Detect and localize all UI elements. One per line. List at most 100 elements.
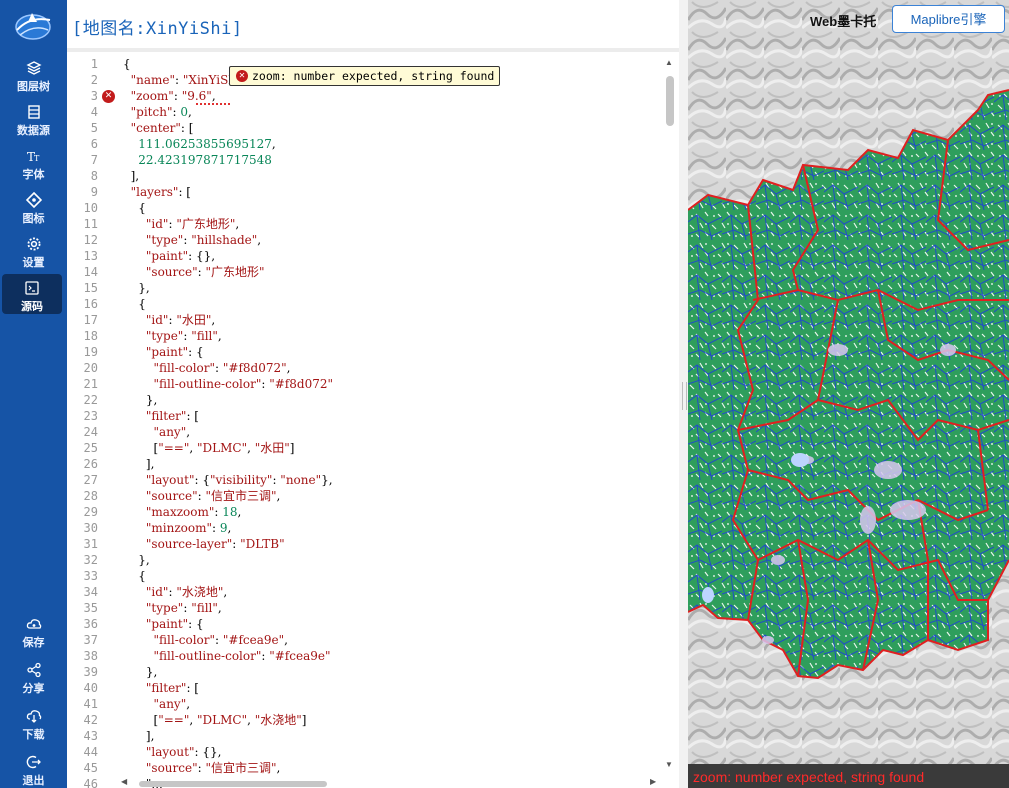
- map-name-title: [地图名:XinYiShi]: [72, 19, 243, 39]
- code-line[interactable]: },: [123, 392, 157, 408]
- nav-item-layers[interactable]: 图层树: [0, 54, 67, 94]
- code-line[interactable]: "source": "广东地形": [123, 264, 265, 280]
- splitter-grip-icon[interactable]: [682, 382, 687, 410]
- code-line[interactable]: },: [123, 280, 149, 296]
- nav-label: 保存: [22, 637, 45, 649]
- nav-item-cloud-save[interactable]: 保存: [0, 610, 67, 650]
- line-number: 34: [83, 585, 98, 599]
- error-tooltip: ✕ zoom: number expected, string found: [229, 66, 501, 86]
- app-logo-icon: [15, 13, 51, 40]
- line-number: 2: [90, 73, 98, 87]
- code-line[interactable]: ["==", "DLMC", "水浇地"]: [123, 712, 307, 728]
- scroll-up-icon[interactable]: ▲: [665, 58, 673, 67]
- pane-splitter[interactable]: [679, 0, 688, 788]
- nav-item-database[interactable]: 数据源: [0, 98, 67, 138]
- code-line[interactable]: "type": "hillshade",: [123, 232, 261, 248]
- code-line[interactable]: "id": "水田",: [123, 312, 215, 328]
- nav-item-font[interactable]: T T 字体: [0, 142, 67, 182]
- nav-item-logout[interactable]: 退出: [0, 748, 67, 788]
- code-line[interactable]: ["==", "DLMC", "水田"]: [123, 440, 295, 456]
- nav-label: 下载: [22, 729, 45, 741]
- line-number: 33: [83, 569, 98, 583]
- code-line[interactable]: "fill-color": "#f8d072",: [123, 360, 291, 376]
- line-number: 8: [90, 169, 98, 183]
- code-line[interactable]: "any",: [123, 696, 191, 712]
- code-line[interactable]: ],: [123, 728, 155, 744]
- code-content[interactable]: { "name": "XinYiShi", "zoom": "9.6", "pi…: [123, 52, 663, 788]
- code-line[interactable]: "any",: [123, 424, 191, 440]
- line-number: 24: [83, 425, 98, 439]
- scroll-left-icon[interactable]: ◀: [121, 777, 127, 786]
- code-line[interactable]: "paint": {: [123, 344, 204, 360]
- code-line[interactable]: "center": [: [123, 120, 194, 136]
- nav-label: 分享: [22, 683, 45, 695]
- code-line[interactable]: "layers": [: [123, 184, 191, 200]
- code-line[interactable]: 111.06253855695127,: [123, 136, 275, 152]
- vertical-scrollbar[interactable]: ▲ ▼: [663, 56, 677, 776]
- line-number: 7: [90, 153, 98, 167]
- nav-item-diamond[interactable]: 图标: [0, 186, 67, 226]
- code-line[interactable]: },: [123, 552, 149, 568]
- line-number: 46: [83, 777, 98, 788]
- svg-text:T: T: [34, 154, 40, 163]
- line-number: 29: [83, 505, 98, 519]
- nav-item-cloud-download[interactable]: 下载: [0, 702, 67, 742]
- code-line[interactable]: ],: [123, 456, 155, 472]
- code-line[interactable]: "filter": [: [123, 408, 199, 424]
- nav-item-terminal[interactable]: 源码: [2, 274, 62, 314]
- vertical-scroll-thumb[interactable]: [666, 76, 674, 126]
- code-line[interactable]: "filter": [: [123, 680, 199, 696]
- line-number: 18: [83, 329, 98, 343]
- sidebar: 图层树 数据源 T T 字体 图标 设置 源码 保存 分享 下载 退出: [0, 0, 67, 788]
- code-line[interactable]: "paint": {: [123, 616, 204, 632]
- code-line[interactable]: "fill-outline-color": "#fcea9e": [123, 648, 331, 664]
- code-line[interactable]: {: [123, 296, 146, 312]
- scroll-down-icon[interactable]: ▼: [665, 760, 673, 769]
- code-line[interactable]: "id": "广东地形",: [123, 216, 239, 232]
- line-number: 11: [83, 217, 98, 231]
- code-line[interactable]: "id": "水浇地",: [123, 584, 227, 600]
- horizontal-scrollbar[interactable]: ◀ ▶: [117, 777, 662, 788]
- code-line[interactable]: {: [123, 56, 131, 72]
- nav-item-gear[interactable]: 设置: [0, 230, 67, 270]
- nav-item-share[interactable]: 分享: [0, 656, 67, 696]
- map-view[interactable]: [688, 0, 1009, 788]
- line-number: 15: [83, 281, 98, 295]
- code-line[interactable]: 22.423197871717548: [123, 152, 272, 168]
- code-editor[interactable]: 1 2 3 4 5 6 7 8 9 10 11 12 13 14 15 16 17 18 19 20 21 22 23 24 2…: [67, 52, 679, 788]
- line-number: 9: [90, 185, 98, 199]
- error-marker-icon[interactable]: ✕: [102, 90, 115, 103]
- error-icon: ✕: [236, 70, 248, 82]
- code-line[interactable]: {: [123, 568, 146, 584]
- line-number: 38: [83, 649, 98, 663]
- line-number: 12: [83, 233, 98, 247]
- horizontal-scroll-thumb[interactable]: [139, 781, 327, 787]
- code-line[interactable]: "paint": {},: [123, 248, 215, 264]
- code-line[interactable]: "source-layer": "DLTB": [123, 536, 285, 552]
- map-engine-button[interactable]: Maplibre引擎: [892, 5, 1005, 33]
- line-number: 6: [90, 137, 98, 151]
- code-line[interactable]: "layout": {},: [123, 744, 222, 760]
- line-number: 32: [83, 553, 98, 567]
- code-line[interactable]: "fill-outline-color": "#f8d072": [123, 376, 333, 392]
- code-line[interactable]: "type": "fill",: [123, 600, 222, 616]
- code-line[interactable]: "source": "信宜市三调",: [123, 488, 280, 504]
- code-line[interactable]: "fill-color": "#fcea9e",: [123, 632, 288, 648]
- line-number: 41: [83, 697, 98, 711]
- nav-label: 字体: [22, 169, 45, 181]
- code-line[interactable]: "layout": {"visibility": "none"},: [123, 472, 333, 488]
- logout-icon: [26, 755, 41, 769]
- code-line[interactable]: ],: [123, 168, 140, 184]
- code-line[interactable]: "maxzoom": 18,: [123, 504, 241, 520]
- line-number: 25: [83, 441, 98, 455]
- scroll-right-icon[interactable]: ▶: [650, 777, 656, 786]
- code-line[interactable]: {: [123, 200, 146, 216]
- code-line[interactable]: "minzoom": 9,: [123, 520, 231, 536]
- code-line[interactable]: },: [123, 664, 157, 680]
- gear-icon: [27, 237, 40, 251]
- code-line[interactable]: "pitch": 0,: [123, 104, 192, 120]
- map-canvas[interactable]: [688, 0, 1009, 788]
- code-line[interactable]: "type": "fill",: [123, 328, 222, 344]
- map-error-text: zoom: number expected, string found: [693, 769, 925, 785]
- code-line[interactable]: "source": "信宜市三调",: [123, 760, 280, 776]
